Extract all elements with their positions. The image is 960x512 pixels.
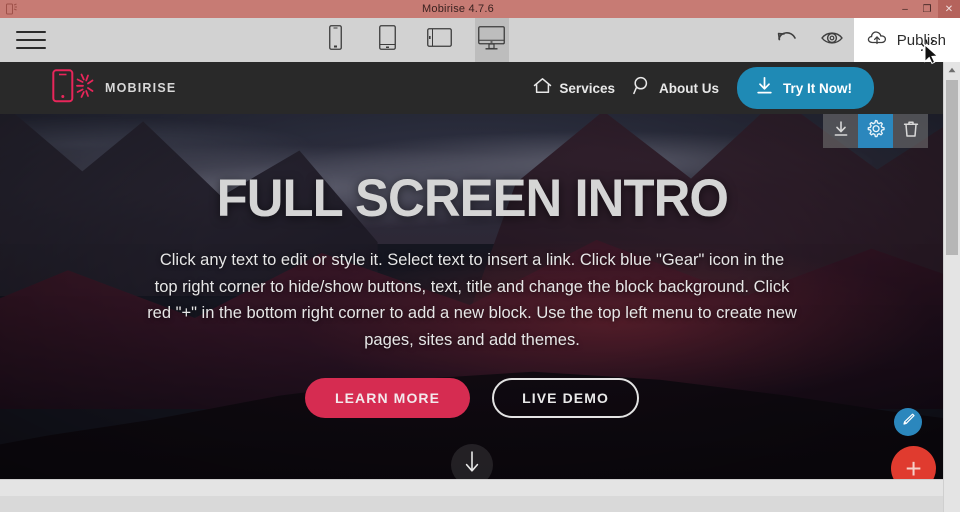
brand-name: MOBIRISE: [105, 81, 177, 95]
mobirise-app-icon: [0, 0, 22, 18]
hero-paragraph[interactable]: Click any text to edit or style it. Sele…: [147, 247, 797, 354]
vertical-scrollbar[interactable]: [943, 62, 960, 512]
app-toolbar: Publish: [0, 18, 960, 63]
phone-icon: [329, 25, 343, 55]
try-it-now-button[interactable]: Try It Now!: [736, 67, 874, 109]
toolbar-right-group: Publish: [766, 18, 960, 62]
tablet-portrait-preview-button[interactable]: [371, 18, 405, 62]
nav-label-about-us: About Us: [658, 80, 719, 96]
live-demo-button[interactable]: LIVE DEMO: [492, 377, 640, 418]
publish-label: Publish: [896, 31, 946, 49]
block-toolbar: [823, 114, 928, 148]
hero-section: FULL SCREEN INTRO Click any text to edit…: [0, 114, 944, 496]
undo-button[interactable]: [766, 18, 810, 62]
undo-icon: [776, 28, 800, 53]
restore-button[interactable]: ❐: [916, 0, 938, 18]
tablet-landscape-icon: [427, 28, 453, 52]
nav-item-about-us[interactable]: About Us: [633, 76, 719, 100]
search-icon: [633, 76, 652, 100]
edit-style-fab[interactable]: [894, 408, 922, 436]
download-arrow-icon: [832, 120, 850, 143]
mobirise-app-window: Mobirise 4.7.6 – ❐ ✕ Publish MOBIRISE Se…: [0, 0, 960, 512]
publish-button[interactable]: Publish: [853, 18, 960, 62]
tablet-landscape-preview-button[interactable]: [423, 18, 457, 62]
site-navbar: MOBIRISE Services About Us Try It Now!: [0, 62, 944, 114]
pen-icon: [900, 412, 916, 433]
mobirise-logo-icon: [52, 68, 96, 108]
window-title: Mobirise 4.7.6: [422, 3, 494, 15]
gear-icon: [866, 119, 885, 143]
brand[interactable]: MOBIRISE: [52, 68, 177, 108]
horizontal-scrollbar[interactable]: [0, 479, 944, 496]
home-icon: [533, 77, 552, 99]
scrollbar-corner: [944, 496, 960, 512]
hamburger-menu-icon: [16, 31, 46, 49]
title-bar: Mobirise 4.7.6 – ❐ ✕: [0, 0, 960, 18]
cloud-upload-icon: [866, 28, 890, 52]
preview-button[interactable]: [810, 18, 854, 62]
desktop-preview-button[interactable]: [474, 18, 509, 62]
hero-title[interactable]: FULL SCREEN INTRO: [216, 172, 728, 225]
download-icon: [755, 76, 774, 100]
try-it-now-label: Try It Now!: [782, 80, 852, 96]
trash-icon: [903, 120, 919, 143]
scroll-up-button[interactable]: [944, 62, 960, 78]
main-menu-button[interactable]: [0, 31, 62, 49]
hero-buttons: LEARN MORE LIVE DEMO: [304, 377, 640, 418]
tablet-icon: [379, 25, 397, 55]
vertical-scrollbar-thumb[interactable]: [946, 80, 958, 255]
site-nav-links: Services About Us Try It Now!: [533, 67, 944, 109]
minimize-button[interactable]: –: [894, 0, 916, 18]
nav-label-services: Services: [559, 80, 615, 96]
nav-item-services[interactable]: Services: [533, 77, 615, 99]
eye-icon: [820, 29, 844, 52]
arrow-down-icon: [462, 450, 482, 479]
delete-block-button[interactable]: [893, 114, 928, 148]
close-button[interactable]: ✕: [938, 0, 960, 18]
desktop-icon: [478, 25, 506, 55]
block-settings-button[interactable]: [858, 114, 893, 148]
learn-more-button[interactable]: LEARN MORE: [304, 377, 471, 418]
window-controls: – ❐ ✕: [894, 0, 960, 18]
move-block-button[interactable]: [823, 114, 858, 148]
device-preview-group: [62, 18, 766, 62]
site-preview-canvas[interactable]: MOBIRISE Services About Us Try It Now! F…: [0, 62, 944, 496]
phone-preview-button[interactable]: [319, 18, 353, 62]
